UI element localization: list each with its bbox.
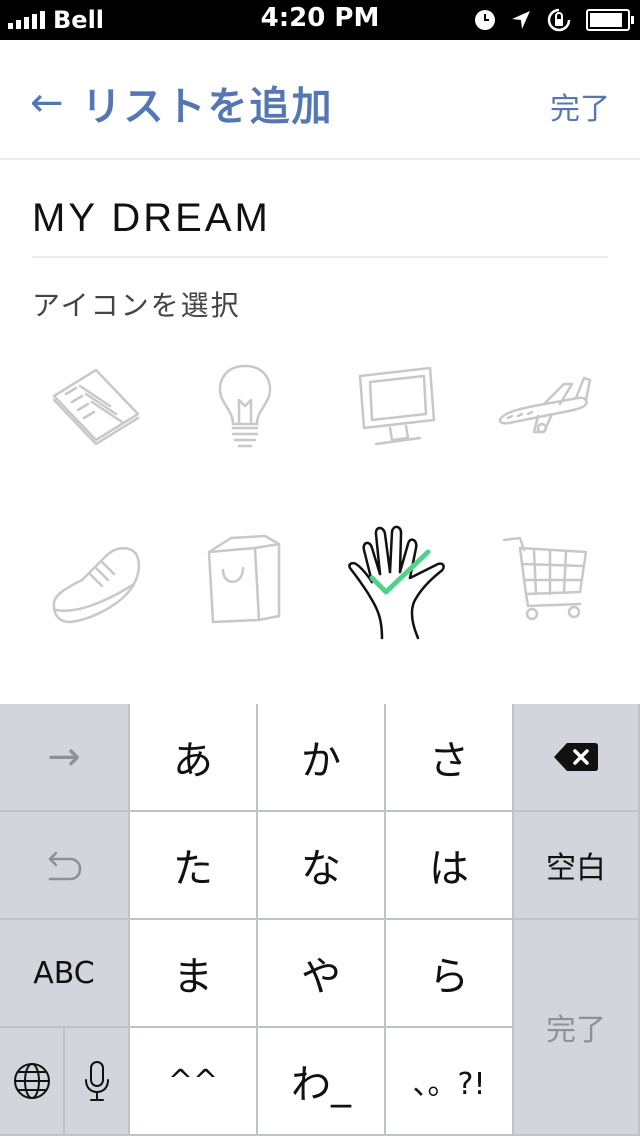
emoticon-label: ^^ xyxy=(167,1063,219,1099)
key-wa[interactable]: わ_ xyxy=(258,1028,386,1136)
key-emoticon[interactable]: ^^ xyxy=(130,1028,258,1136)
space-label: 空白 xyxy=(546,851,606,886)
rotation-lock-icon xyxy=(547,8,571,32)
shopping-cart-icon[interactable] xyxy=(494,530,594,630)
key-abc[interactable]: ABC xyxy=(0,920,130,1028)
shopping-bag-icon[interactable] xyxy=(195,530,295,630)
page-title: リストを追加 xyxy=(81,84,334,130)
key-globe[interactable] xyxy=(0,1028,65,1136)
back-button[interactable]: ← リストを追加 xyxy=(30,74,334,132)
key-microphone[interactable] xyxy=(65,1028,130,1136)
icon-section-label: アイコンを選択 xyxy=(32,289,241,322)
key-space[interactable]: 空白 xyxy=(514,812,640,920)
key-ta[interactable]: た xyxy=(130,812,258,920)
key-a[interactable]: あ xyxy=(130,704,258,812)
light-bulb-icon[interactable] xyxy=(195,356,295,456)
done-button[interactable]: 完了 xyxy=(550,84,610,128)
battery-icon xyxy=(586,9,634,31)
notepad-icon[interactable] xyxy=(46,356,146,456)
key-next[interactable]: → xyxy=(0,704,130,812)
key-ma[interactable]: ま xyxy=(130,920,258,1028)
key-sa[interactable]: さ xyxy=(386,704,514,812)
key-punctuation[interactable]: 、。?! xyxy=(386,1028,514,1136)
list-name-value: MY DREAM xyxy=(32,196,271,240)
sneaker-icon[interactable] xyxy=(46,530,146,630)
airplane-icon[interactable] xyxy=(494,356,594,456)
key-undo[interactable] xyxy=(0,812,130,920)
delete-icon xyxy=(554,743,598,771)
japanese-keyboard: → あ か さ た な は 空白 ABC ま や ら 完了 ^^ わ_ 、。?! xyxy=(0,704,640,1136)
abc-label: ABC xyxy=(33,955,95,991)
key-enter[interactable]: 完了 xyxy=(514,920,640,1136)
status-icons xyxy=(474,5,634,35)
computer-monitor-icon[interactable] xyxy=(346,356,446,456)
globe-icon xyxy=(13,1063,50,1099)
location-arrow-icon xyxy=(512,11,530,29)
key-ya[interactable]: や xyxy=(258,920,386,1028)
enter-label: 完了 xyxy=(546,1013,606,1048)
undo-icon xyxy=(48,851,82,881)
key-ha[interactable]: は xyxy=(386,812,514,920)
status-bar: Bell 4:20 PM xyxy=(0,0,640,40)
key-ka[interactable]: か xyxy=(258,704,386,812)
list-name-field[interactable]: MY DREAM xyxy=(32,196,608,258)
key-delete[interactable] xyxy=(514,704,640,812)
nav-bar: ← リストを追加 完了 xyxy=(0,40,640,160)
hand-check-icon[interactable] xyxy=(342,520,452,640)
key-ra[interactable]: ら xyxy=(386,920,514,1028)
key-na[interactable]: な xyxy=(258,812,386,920)
back-arrow-icon: ← xyxy=(30,80,64,126)
clock-icon xyxy=(475,10,495,30)
microphone-icon xyxy=(84,1061,109,1101)
punctuation-label: 、。?! xyxy=(412,1067,486,1102)
